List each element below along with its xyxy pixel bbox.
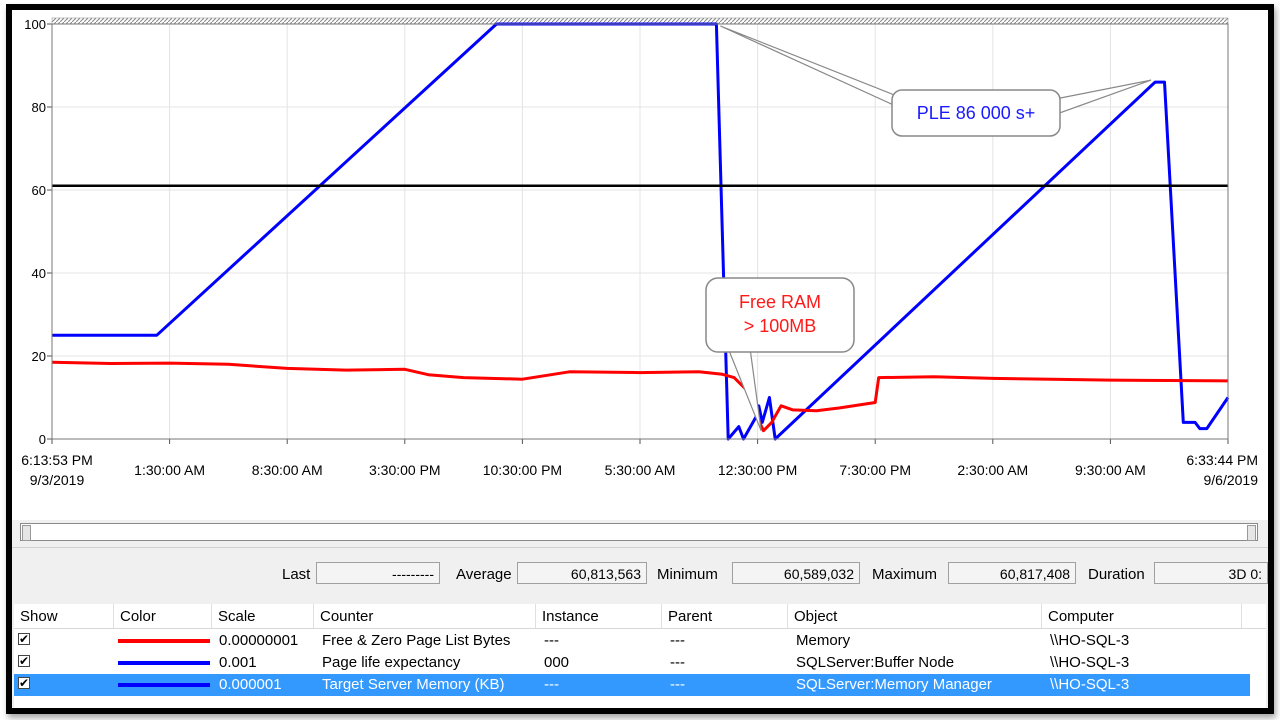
x-tick-label-date: 9/6/2019 xyxy=(1204,472,1259,488)
x-tick-label: 8:30:00 AM xyxy=(252,462,323,478)
cell-scale: 0.00000001 xyxy=(219,632,299,649)
x-tick-label: 6:33:44 PM xyxy=(1186,452,1258,468)
cell-scale: 0.000001 xyxy=(219,676,282,693)
minimum-value-box: 60,589,032 xyxy=(732,562,860,584)
column-header-computer[interactable]: Computer xyxy=(1042,604,1242,628)
statistics-bar: Last --------- Average 60,813,563 Minimu… xyxy=(12,562,1268,588)
x-tick-label: 10:30:00 PM xyxy=(483,462,562,478)
color-swatch xyxy=(118,683,210,687)
show-checkbox[interactable]: ✔ xyxy=(18,633,30,645)
divider xyxy=(12,547,1268,548)
cell-object: SQLServer:Buffer Node xyxy=(796,654,955,671)
column-header-show[interactable]: Show xyxy=(14,604,114,628)
column-header-instance[interactable]: Instance xyxy=(536,604,662,628)
maximum-label: Maximum xyxy=(872,566,938,583)
y-tick-label: 60 xyxy=(32,183,46,198)
free-ram-callout-box xyxy=(705,277,855,353)
cell-parent: --- xyxy=(670,632,685,649)
column-header-counter[interactable]: Counter xyxy=(314,604,536,628)
color-swatch xyxy=(118,661,210,665)
cell-counter: Target Server Memory (KB) xyxy=(322,676,505,693)
table-row[interactable]: ✔ 0.001 Page life expectancy 000 --- SQLServe… xyxy=(14,652,1250,674)
duration-value-box: 3D 0: xyxy=(1154,562,1268,584)
cell-instance: --- xyxy=(544,676,559,693)
range-start-handle[interactable] xyxy=(22,525,31,541)
x-tick-label: 2:30:00 AM xyxy=(957,462,1028,478)
minimum-label: Minimum xyxy=(657,566,718,583)
x-tick-label: 5:30:00 AM xyxy=(605,462,676,478)
table-row[interactable]: ✔ 0.00000001 Free & Zero Page List Bytes --… xyxy=(14,630,1250,652)
y-tick-label: 40 xyxy=(32,266,46,281)
cell-computer: \\HO-SQL-3 xyxy=(1050,654,1130,671)
maximum-value-box: 60,817,408 xyxy=(948,562,1076,584)
y-tick-label: 100 xyxy=(24,17,46,32)
cell-parent: --- xyxy=(670,654,685,671)
x-tick-label: 6:13:53 PM xyxy=(21,452,93,468)
column-header-object[interactable]: Object xyxy=(788,604,1042,628)
y-tick-label: 0 xyxy=(39,432,46,447)
cell-scale: 0.001 xyxy=(219,654,257,671)
last-value-box: --------- xyxy=(316,562,440,584)
color-swatch xyxy=(118,639,210,643)
cell-parent: --- xyxy=(670,676,685,693)
y-tick-label: 80 xyxy=(32,100,46,115)
range-end-handle[interactable] xyxy=(1247,525,1256,541)
duration-label: Duration xyxy=(1088,566,1145,583)
cell-counter: Free & Zero Page List Bytes xyxy=(322,632,511,649)
y-tick-label: 20 xyxy=(32,349,46,364)
free-ram-callout-text-2: > 100MB xyxy=(744,316,817,336)
cell-counter: Page life expectancy xyxy=(322,654,461,671)
column-header-parent[interactable]: Parent xyxy=(662,604,788,628)
column-header-scale[interactable]: Scale xyxy=(212,604,314,628)
ple-callout-text: PLE 86 000 s+ xyxy=(917,103,1036,123)
x-tick-label-date: 9/3/2019 xyxy=(30,472,85,488)
performance-monitor-window: 100 80 60 40 20 0 6:13:53 PM 9/3/2019 1:30:00 AM… xyxy=(6,4,1274,714)
chart-area[interactable]: 100 80 60 40 20 0 6:13:53 PM 9/3/2019 1:30:00 AM… xyxy=(12,10,1268,520)
x-tick-label: 7:30:00 PM xyxy=(839,462,911,478)
show-checkbox[interactable]: ✔ xyxy=(18,655,30,667)
cell-instance: --- xyxy=(544,632,559,649)
cell-object: Memory xyxy=(796,632,851,649)
last-label: Last xyxy=(282,566,311,583)
line-chart[interactable]: 100 80 60 40 20 0 6:13:53 PM 9/3/2019 1:30:00 AM… xyxy=(12,10,1268,520)
counters-table: Show Color Scale Counter Instance Parent… xyxy=(14,604,1266,708)
time-range-scrollbar[interactable] xyxy=(20,523,1258,541)
x-tick-label: 1:30:00 AM xyxy=(134,462,205,478)
cell-computer: \\HO-SQL-3 xyxy=(1050,632,1130,649)
x-tick-label: 12:30:00 PM xyxy=(718,462,797,478)
cell-computer: \\HO-SQL-3 xyxy=(1050,676,1130,693)
cell-object: SQLServer:Memory Manager xyxy=(796,676,992,693)
x-tick-label: 9:30:00 AM xyxy=(1075,462,1146,478)
cell-instance: 000 xyxy=(544,654,570,671)
counters-table-header: Show Color Scale Counter Instance Parent… xyxy=(14,604,1266,629)
average-label: Average xyxy=(456,566,512,583)
free-ram-callout-text-1: Free RAM xyxy=(739,292,821,312)
table-row[interactable]: ✔ 0.000001 Target Server Memory (KB) --- ---… xyxy=(14,674,1250,696)
show-checkbox[interactable]: ✔ xyxy=(18,677,30,689)
x-tick-label: 3:30:00 PM xyxy=(369,462,441,478)
free-ram-callout-pointer xyxy=(727,347,762,431)
column-header-color[interactable]: Color xyxy=(114,604,212,628)
average-value-box: 60,813,563 xyxy=(517,562,647,584)
